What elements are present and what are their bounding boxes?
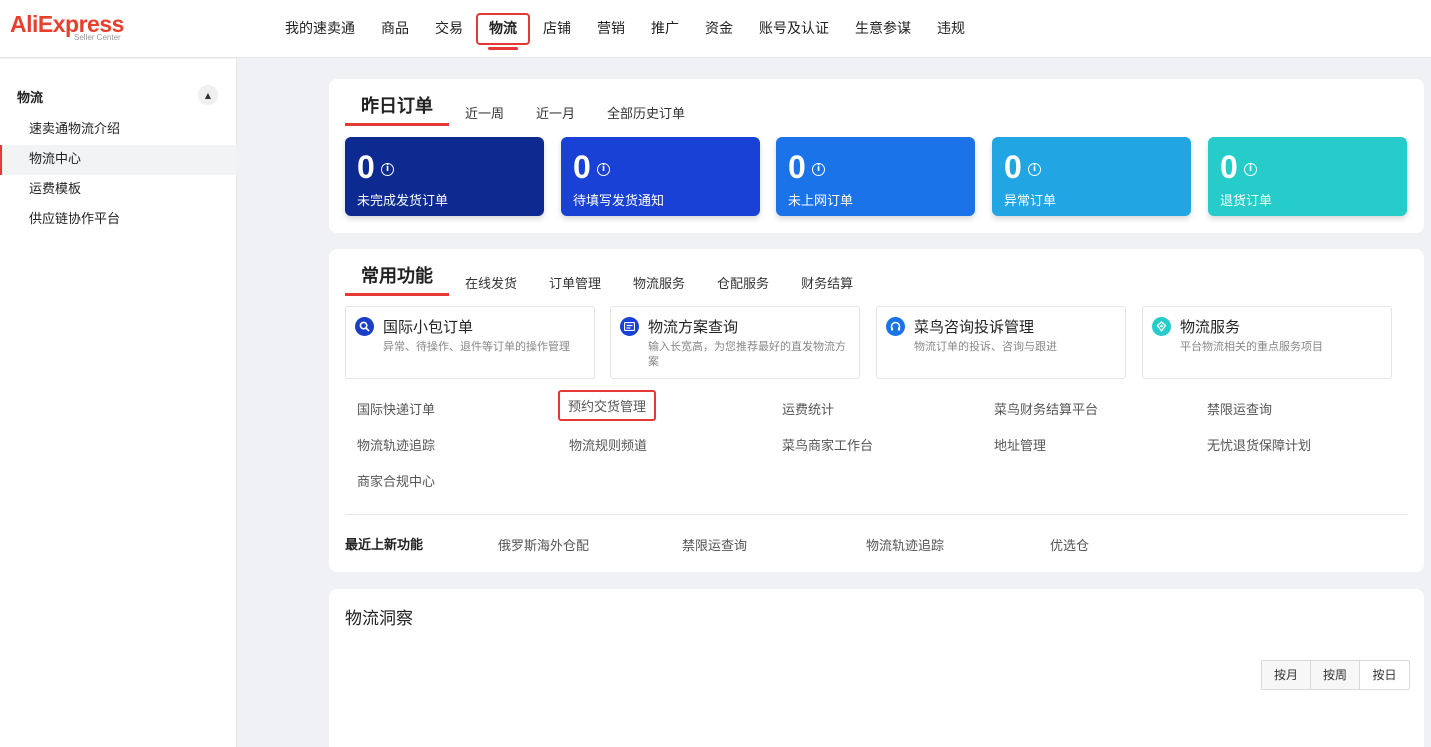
- recent-link-preferred-warehouse[interactable]: 优选仓: [1050, 535, 1089, 554]
- stat-value: 0: [1220, 149, 1238, 185]
- link-intl-express-orders[interactable]: 国际快递订单: [357, 399, 435, 418]
- feature-desc: 物流订单的投诉、咨询与跟进: [914, 340, 1057, 353]
- sidebar: 物流 ▲ 速卖通物流介绍 物流中心 运费模板 供应链协作平台: [0, 59, 237, 747]
- stat-value: 0: [357, 149, 375, 185]
- sidebar-item-freight-template[interactable]: 运费模板: [0, 175, 237, 205]
- search-icon: [355, 317, 374, 336]
- nav-products[interactable]: 商品: [368, 13, 422, 45]
- recent-link-russia-warehouse[interactable]: 俄罗斯海外仓配: [498, 535, 589, 554]
- nav-funds[interactable]: 资金: [692, 13, 746, 45]
- period-toggle: 按月 按周 按日: [1261, 660, 1410, 690]
- feature-logistics-service[interactable]: 物流服务 平台物流相关的重点服务项目: [1142, 306, 1392, 379]
- nav-promotion[interactable]: 推广: [638, 13, 692, 45]
- stat-label: 退货订单: [1220, 194, 1273, 209]
- info-icon[interactable]: i: [1028, 163, 1041, 176]
- nav-transactions[interactable]: 交易: [422, 13, 476, 45]
- nav-violations[interactable]: 违规: [924, 13, 978, 45]
- sidebar-item-logistics-intro[interactable]: 速卖通物流介绍: [0, 115, 237, 145]
- stat-unshipped-orders[interactable]: 0 i 未完成发货订单: [345, 137, 544, 216]
- period-weekly-button[interactable]: 按周: [1311, 661, 1360, 689]
- sidebar-section-title[interactable]: 物流: [17, 87, 43, 106]
- functions-tabs: 常用功能 在线发货 订单管理 物流服务 仓配服务 财务结算: [345, 265, 885, 296]
- functions-card: 常用功能 在线发货 订单管理 物流服务 仓配服务 财务结算 国际小包订单 异常、…: [329, 249, 1424, 572]
- insight-card: 物流洞察 按月 按周 按日: [329, 589, 1424, 747]
- nav-logistics[interactable]: 物流: [476, 13, 530, 50]
- link-worry-free-returns[interactable]: 无忧退货保障计划: [1207, 435, 1311, 454]
- tab-logistics-service[interactable]: 物流服务: [633, 274, 685, 296]
- link-logistics-rules[interactable]: 物流规则频道: [569, 435, 647, 454]
- stat-label: 未上网订单: [788, 194, 854, 209]
- link-freight-stats[interactable]: 运费统计: [782, 399, 834, 418]
- info-icon[interactable]: i: [381, 163, 394, 176]
- divider: [345, 514, 1408, 515]
- link-cainiao-finance[interactable]: 菜鸟财务结算平台: [994, 399, 1098, 418]
- stat-not-online[interactable]: 0 i 未上网订单: [776, 137, 975, 216]
- link-tracking[interactable]: 物流轨迹追踪: [357, 435, 435, 454]
- stat-value: 0: [788, 149, 806, 185]
- feature-desc: 异常、待操作、退件等订单的操作管理: [383, 340, 570, 353]
- stat-value: 0: [1004, 149, 1022, 185]
- feature-logistics-plan-query[interactable]: 物流方案查询 输入长宽高，为您推荐最好的直发物流方案: [610, 306, 860, 379]
- link-compliance-center[interactable]: 商家合规中心: [357, 471, 435, 490]
- insight-title: 物流洞察: [345, 609, 413, 629]
- sidebar-item-logistics-center[interactable]: 物流中心: [0, 145, 237, 175]
- feature-title: 物流方案查询: [648, 318, 739, 336]
- tab-yesterday-orders[interactable]: 昨日订单: [345, 95, 449, 126]
- link-delivery-appointment[interactable]: 预约交货管理: [558, 390, 657, 421]
- link-restricted-shipping-query[interactable]: 禁限运查询: [1207, 399, 1272, 418]
- nav-business-advisor[interactable]: 生意参谋: [842, 13, 924, 45]
- link-address-management[interactable]: 地址管理: [994, 435, 1046, 454]
- feature-desc: 输入长宽高，为您推荐最好的直发物流方案: [648, 340, 846, 368]
- document-icon: [620, 317, 639, 336]
- period-daily-button[interactable]: 按日: [1360, 661, 1409, 689]
- info-icon[interactable]: i: [1244, 163, 1257, 176]
- collapse-caret-icon[interactable]: ▲: [198, 85, 218, 105]
- orders-card: 昨日订单 近一周 近一月 全部历史订单 0 i 未完成发货订单 0 i 待填写发…: [329, 79, 1424, 233]
- tab-last-month[interactable]: 近一月: [536, 104, 575, 126]
- top-bar: AliExpress Seller Center 我的速卖通 商品 交易 物流 …: [0, 0, 1431, 58]
- nav-store[interactable]: 店铺: [530, 13, 584, 45]
- feature-cainiao-complaints[interactable]: 菜鸟咨询投诉管理 物流订单的投诉、咨询与跟进: [876, 306, 1126, 379]
- tab-last-week[interactable]: 近一周: [465, 104, 504, 126]
- tab-order-management[interactable]: 订单管理: [549, 274, 601, 296]
- info-icon[interactable]: i: [597, 163, 610, 176]
- nav-account[interactable]: 账号及认证: [746, 13, 842, 45]
- nav-my-aliexpress[interactable]: 我的速卖通: [272, 13, 368, 45]
- sidebar-item-supply-chain[interactable]: 供应链协作平台: [0, 205, 237, 235]
- tab-financial-settlement[interactable]: 财务结算: [801, 274, 853, 296]
- recent-features-label: 最近上新功能: [345, 538, 424, 553]
- stat-return-orders[interactable]: 0 i 退货订单: [1208, 137, 1407, 216]
- tab-all-history[interactable]: 全部历史订单: [607, 104, 685, 126]
- stat-label: 异常订单: [1004, 194, 1057, 209]
- feature-title: 菜鸟咨询投诉管理: [914, 318, 1035, 336]
- top-nav: 我的速卖通 商品 交易 物流 店铺 营销 推广 资金 账号及认证 生意参谋 违规: [272, 0, 978, 58]
- feature-title: 国际小包订单: [383, 318, 474, 336]
- recent-link-restricted-query[interactable]: 禁限运查询: [682, 535, 747, 554]
- stat-label: 未完成发货订单: [357, 194, 449, 209]
- stat-abnormal-orders[interactable]: 0 i 异常订单: [992, 137, 1191, 216]
- tab-online-shipping[interactable]: 在线发货: [465, 274, 517, 296]
- feature-intl-parcel-orders[interactable]: 国际小包订单 异常、待操作、退件等订单的操作管理: [345, 306, 595, 379]
- feature-title: 物流服务: [1180, 318, 1241, 336]
- aliexpress-logo[interactable]: AliExpress Seller Center: [10, 11, 124, 42]
- stat-value: 0: [573, 149, 591, 185]
- nav-marketing[interactable]: 营销: [584, 13, 638, 45]
- recent-link-tracking[interactable]: 物流轨迹追踪: [866, 535, 944, 554]
- link-cainiao-workbench[interactable]: 菜鸟商家工作台: [782, 435, 873, 454]
- stat-pending-notice[interactable]: 0 i 待填写发货通知: [561, 137, 760, 216]
- service-icon: [1152, 317, 1171, 336]
- feature-desc: 平台物流相关的重点服务项目: [1180, 340, 1323, 353]
- tab-warehouse-service[interactable]: 仓配服务: [717, 274, 769, 296]
- orders-tabs: 昨日订单 近一周 近一月 全部历史订单: [345, 95, 717, 126]
- info-icon[interactable]: i: [812, 163, 825, 176]
- tab-common-functions[interactable]: 常用功能: [345, 265, 449, 296]
- sidebar-list: 速卖通物流介绍 物流中心 运费模板 供应链协作平台: [0, 115, 237, 235]
- period-monthly-button[interactable]: 按月: [1262, 661, 1311, 689]
- logo-subtitle: Seller Center: [74, 33, 121, 42]
- headset-icon: [886, 317, 905, 336]
- stat-label: 待填写发货通知: [573, 194, 665, 209]
